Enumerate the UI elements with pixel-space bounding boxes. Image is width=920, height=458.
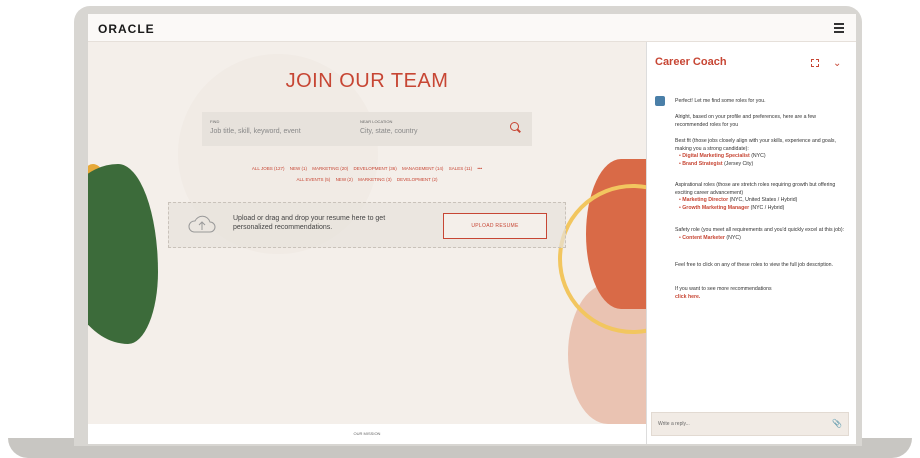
attachment-icon[interactable]: 📎 — [832, 419, 842, 428]
browser-screen: ORACLE JOIN OUR TEAM FIND Job title, ski… — [88, 14, 856, 444]
cloud-upload-icon — [188, 215, 216, 233]
aspirational-section: Aspirational roles (those are stretch ro… — [675, 182, 847, 212]
list-item: Growth Marketing Manager (NYC / Hybrid) — [679, 205, 847, 213]
filter-sales-jobs[interactable]: SALES (11) — [449, 166, 472, 171]
event-filters: ALL EVENTS (5) NEW (2) MARKETING (3) DEV… — [88, 177, 646, 182]
aspirational-heading: Aspirational roles (those are stretch ro… — [675, 182, 836, 196]
find-input[interactable]: Job title, skill, keyword, event — [210, 128, 301, 135]
coach-intro: Perfect! Let me find some roles for you. — [675, 98, 766, 104]
near-location-label[interactable]: NEAR LOCATION — [360, 119, 392, 124]
coach-click-hint: Feel free to click on any of these roles… — [675, 262, 834, 268]
filter-development-events[interactable]: DEVELOPMENT (2) — [397, 177, 438, 182]
safety-section: Safety role (you meet all requirements a… — [675, 227, 847, 242]
filter-all-jobs[interactable]: ALL JOBS (127) — [252, 166, 285, 171]
role-link[interactable]: Marketing Director — [682, 197, 728, 203]
our-mission-link[interactable]: OUR MISSION — [88, 431, 646, 436]
role-link[interactable]: Brand Strategist — [682, 161, 722, 167]
role-link[interactable]: Content Marketer — [682, 235, 725, 241]
filter-all-events[interactable]: ALL EVENTS (5) — [296, 177, 330, 182]
upload-instructions: Upload or drag and drop your resume here… — [233, 215, 386, 231]
reply-input[interactable]: Write a reply... 📎 — [651, 412, 849, 436]
role-link[interactable]: Growth Marketing Manager — [682, 205, 749, 211]
filter-marketing-jobs[interactable]: MARKETING (20) — [312, 166, 348, 171]
click-here-link[interactable]: click here. — [675, 294, 700, 300]
more-recommendations: If you want to see more recommendations … — [675, 286, 772, 300]
oracle-logo[interactable]: ORACLE — [98, 22, 155, 36]
reply-placeholder: Write a reply... — [658, 421, 690, 427]
job-filters: ALL JOBS (127) NEW (1) MARKETING (20) DE… — [88, 166, 646, 171]
top-bar: ORACLE — [88, 14, 856, 42]
more-filters-icon[interactable]: ••• — [477, 166, 482, 171]
expand-icon[interactable] — [811, 59, 819, 67]
search-icon[interactable] — [510, 122, 519, 131]
hamburger-menu-icon[interactable] — [834, 23, 844, 33]
resume-dropzone[interactable]: Upload or drag and drop your resume here… — [168, 202, 566, 248]
page-title: JOIN OUR TEAM — [285, 70, 449, 92]
list-item: Brand Strategist (Jersey City) — [679, 161, 847, 169]
list-item: Content Marketer (NYC) — [679, 235, 847, 243]
filter-new-jobs[interactable]: NEW (1) — [290, 166, 307, 171]
best-fit-heading: Best fit (those jobs closely align with … — [675, 138, 836, 152]
job-search-bar: FIND Job title, skill, keyword, event NE… — [202, 112, 532, 146]
location-input[interactable]: City, state, country — [360, 128, 417, 135]
chevron-down-icon[interactable]: ⌄ — [833, 58, 841, 69]
screenshot-stage: ORACLE JOIN OUR TEAM FIND Job title, ski… — [0, 0, 920, 458]
coach-message: Alright, based on your profile and prefe… — [675, 114, 817, 128]
coach-avatar — [655, 96, 665, 106]
filter-management-jobs[interactable]: MANAGEMENT (14) — [402, 166, 443, 171]
best-fit-section: Best fit (those jobs closely align with … — [675, 138, 847, 168]
career-coach-panel: Career Coach ⌄ Perfect! Let me find some… — [646, 42, 856, 444]
list-item: Digital Marketing Specialist (NYC) — [679, 153, 847, 161]
role-link[interactable]: Digital Marketing Specialist — [682, 153, 749, 159]
panel-title: Career Coach — [655, 56, 727, 68]
find-label: FIND — [210, 119, 220, 124]
filter-new-events[interactable]: NEW (2) — [336, 177, 353, 182]
green-leaf-decoration — [88, 164, 158, 344]
filter-marketing-events[interactable]: MARKETING (3) — [358, 177, 392, 182]
safety-heading: Safety role (you meet all requirements a… — [675, 227, 845, 233]
filter-development-jobs[interactable]: DEVELOPMENT (36) — [354, 166, 397, 171]
upload-resume-button[interactable]: UPLOAD RESUME — [443, 213, 547, 239]
list-item: Marketing Director (NYC, United States /… — [679, 197, 847, 205]
